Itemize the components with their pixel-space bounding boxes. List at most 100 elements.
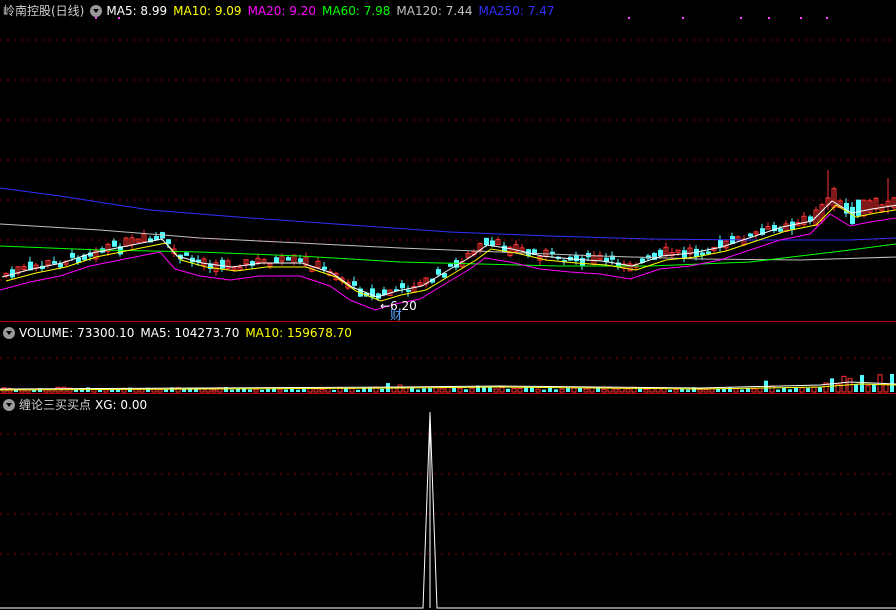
candle-body [706, 251, 711, 254]
indicator-chart[interactable] [0, 394, 896, 610]
ma20-value: MA20: 9.20 [247, 4, 316, 18]
volume-bar [103, 389, 109, 393]
volume-bar [583, 388, 589, 393]
price-legend: 岭南控股(日线) MA5: 8.99 MA10: 9.09 MA20: 9.20… [3, 3, 561, 19]
volume-bar [806, 388, 810, 392]
candle-body [298, 258, 303, 263]
low-arrow-icon: ← [380, 299, 391, 313]
indicator-panel[interactable]: 缠论三买买点 XG: 0.00 [0, 394, 896, 610]
volume-bar [464, 389, 468, 392]
volume-bar [566, 388, 570, 392]
volume-bar [668, 389, 672, 392]
ma10-value: MA10: 9.09 [173, 4, 242, 18]
volume-bar [811, 386, 817, 393]
volume-bar [865, 385, 871, 393]
signal-dot [768, 17, 770, 19]
signal-dot [682, 17, 684, 19]
indicator-name: 缠论三买买点 [19, 398, 92, 412]
volume-bar [499, 387, 505, 393]
volume-bar [571, 387, 577, 393]
candle-body [748, 233, 753, 237]
candle-body [790, 221, 795, 231]
volume-bar [872, 384, 876, 392]
volume-bar [613, 388, 619, 393]
volume-bar [890, 374, 894, 392]
volume-bar [559, 388, 565, 393]
candle-body [856, 199, 861, 216]
volume-bar [506, 388, 510, 392]
volume-ma5-value: MA5: 104273.70 [140, 326, 240, 340]
volume-bar [511, 387, 517, 393]
volume-bar [493, 388, 499, 393]
signal-dot [800, 17, 802, 19]
volume-bar [535, 388, 541, 393]
volume-bar [428, 388, 432, 392]
candle-body [274, 257, 279, 263]
volume-bar [110, 389, 114, 392]
candle-body [112, 240, 117, 247]
signal-dot [826, 17, 828, 19]
stock-title: 岭南控股(日线) [3, 4, 85, 18]
volume-panel[interactable]: VOLUME: 73300.10 MA5: 104273.70 MA10: 15… [0, 322, 896, 394]
ma120-value: MA120: 7.44 [396, 4, 473, 18]
candle-body [700, 252, 705, 256]
volume-bar [619, 387, 625, 393]
candle-body [400, 283, 405, 289]
ma5-value: MA5: 8.99 [106, 4, 168, 18]
volume-bar [284, 389, 288, 392]
candle-body [70, 252, 75, 258]
volume-bar [740, 389, 744, 392]
volume-bar [818, 387, 822, 392]
event-marker[interactable]: 财 [390, 309, 402, 322]
ma10-line [5, 204, 896, 302]
volume-bar [313, 388, 319, 393]
ma250-value: MA250: 7.47 [478, 4, 555, 18]
candle-body [220, 259, 225, 269]
volume-bar [554, 389, 558, 392]
price-chart[interactable] [0, 0, 896, 322]
volume-bar [349, 388, 355, 393]
volume-bar [332, 389, 336, 392]
candle-body [436, 269, 441, 275]
volume-bar [211, 389, 217, 393]
volume-bar [542, 389, 546, 392]
volume-bar [416, 389, 420, 392]
volume-value: VOLUME: 73300.10 [19, 326, 135, 340]
indicator-legend: 缠论三买买点 XG: 0.00 [3, 397, 153, 413]
volume-bar [782, 387, 786, 392]
volume-bar [776, 389, 780, 392]
volume-bar [277, 389, 283, 393]
volume-bar [164, 389, 168, 392]
volume-bar [697, 389, 703, 393]
collapse-caret-icon[interactable] [90, 5, 103, 17]
volume-bar [260, 389, 264, 392]
volume-bar [230, 389, 234, 392]
volume-bar [116, 389, 120, 392]
candle-body [322, 266, 327, 270]
candle-body [406, 289, 411, 292]
volume-bar [728, 387, 732, 392]
volume-bar [253, 389, 259, 393]
candle-body [58, 263, 63, 268]
volume-bar [488, 387, 492, 392]
candle-body [550, 251, 555, 254]
volume-bar [733, 388, 739, 393]
volume-bar [841, 375, 847, 393]
volume-bar [182, 389, 186, 392]
candle-body [490, 240, 495, 246]
volume-bar [757, 387, 763, 393]
volume-bar [830, 378, 834, 392]
volume-bar [883, 383, 889, 393]
price-panel[interactable]: 岭南控股(日线) MA5: 8.99 MA10: 9.09 MA20: 9.20… [0, 0, 896, 322]
volume-bar [397, 384, 403, 393]
candle-body [658, 249, 663, 257]
volume-bar [799, 387, 805, 393]
volume-bar [854, 384, 858, 392]
volume-bar [452, 387, 456, 392]
candle-body [694, 248, 699, 258]
volume-bar [422, 388, 426, 392]
collapse-caret-icon[interactable] [3, 399, 15, 411]
candle-body [52, 261, 57, 264]
volume-bar [403, 387, 409, 393]
collapse-caret-icon[interactable] [3, 327, 15, 339]
